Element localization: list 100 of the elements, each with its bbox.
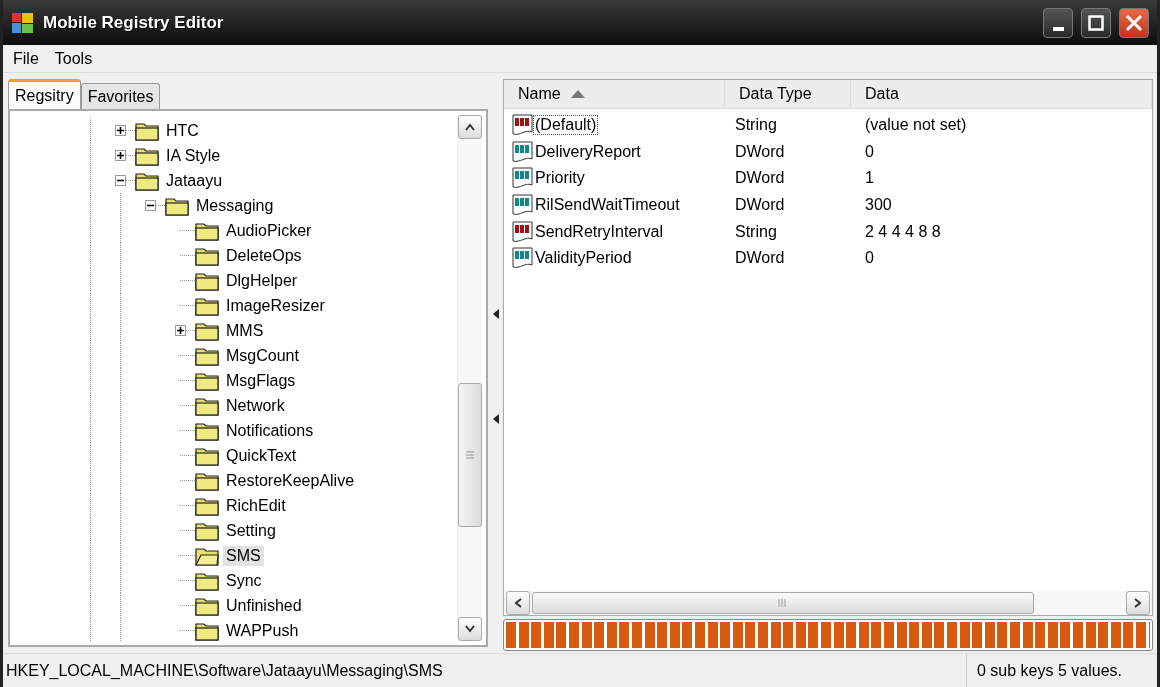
sort-ascending-icon	[570, 90, 585, 98]
folder-icon	[195, 420, 219, 441]
tab[interactable]: Regsitry	[8, 79, 81, 109]
tree-item[interactable]: QuickText	[223, 445, 300, 466]
tree-item[interactable]: Sync	[223, 570, 265, 591]
scroll-up-icon[interactable]	[458, 115, 482, 139]
left-arrow-icon	[492, 308, 499, 319]
value-name[interactable]: (Default)	[533, 115, 599, 136]
minimize-button[interactable]	[1043, 7, 1073, 38]
table-cell-text: 300	[864, 196, 893, 215]
open-folder-icon	[195, 545, 219, 566]
chevron-up-icon	[465, 123, 475, 131]
tree-item[interactable]: Jataayu	[163, 170, 226, 191]
folder-icon	[195, 620, 219, 641]
tree-item[interactable]: Network	[223, 395, 288, 416]
tree-item[interactable]: MMS	[223, 320, 267, 341]
minimize-icon	[1052, 26, 1064, 31]
tree-item[interactable]: DlgHelper	[223, 270, 301, 291]
value-name[interactable]: DeliveryReport	[533, 141, 643, 162]
table-cell-text: DWord	[734, 169, 786, 188]
table-cell-text: DWord	[734, 196, 786, 215]
folder-icon	[195, 295, 219, 316]
tree-item[interactable]: Notifications	[223, 420, 317, 441]
grip-icon	[778, 599, 788, 607]
number-value-icon	[512, 247, 533, 270]
tree-item[interactable]: Unfinished	[223, 595, 305, 616]
folder-icon	[195, 570, 219, 591]
folder-icon	[195, 370, 219, 391]
tree-item[interactable]: RichEdit	[223, 495, 289, 516]
tree-item[interactable]: HTC	[163, 120, 202, 141]
folder-icon	[195, 270, 219, 291]
table-cell-text: 1	[864, 169, 875, 188]
status-summary: 0 sub keys 5 values.	[966, 654, 1157, 687]
folder-icon	[135, 120, 159, 141]
folder-icon	[195, 320, 219, 341]
tree-item[interactable]: WAPPush	[223, 620, 302, 641]
column-header[interactable]: Name	[504, 80, 725, 108]
tree-item[interactable]: IA Style	[163, 145, 224, 166]
folder-icon	[195, 470, 219, 491]
number-value-icon	[512, 194, 533, 217]
scroll-right-icon[interactable]	[1126, 591, 1150, 615]
number-value-icon	[512, 140, 533, 163]
tree-item[interactable]: RestoreKeepAlive	[223, 470, 358, 491]
left-arrow-icon	[492, 413, 499, 424]
status-path: HKEY_LOCAL_MACHINE\Software\Jataayu\Messaging\SMS	[5, 661, 444, 680]
collapse-icon[interactable]	[144, 200, 156, 211]
tree-item[interactable]: AudioPicker	[223, 220, 315, 241]
app-icon	[11, 10, 35, 35]
table-cell-text: DWord	[734, 142, 786, 161]
table-cell-text: DWord	[734, 249, 786, 268]
scroll-down-icon[interactable]	[458, 617, 482, 641]
tree-item[interactable]: ImageResizer	[223, 295, 328, 316]
close-icon	[1125, 13, 1143, 32]
scroll-thumb[interactable]	[458, 383, 482, 527]
expand-icon[interactable]	[114, 125, 126, 136]
scroll-left-icon[interactable]	[506, 591, 530, 615]
string-value-icon	[512, 114, 533, 137]
expand-icon[interactable]	[174, 325, 186, 336]
column-header[interactable]: Data Type	[725, 80, 851, 108]
menu-item[interactable]: File	[7, 47, 45, 70]
tree-item[interactable]: MsgCount	[223, 345, 302, 366]
tree-item[interactable]: Setting	[223, 520, 279, 541]
table-cell-text: 0	[864, 142, 875, 161]
vertical-scrollbar[interactable]	[457, 115, 482, 641]
folder-icon	[165, 195, 189, 216]
close-button[interactable]	[1119, 7, 1149, 38]
folder-icon	[195, 220, 219, 241]
tab[interactable]: Favorites	[80, 83, 161, 109]
folder-icon	[195, 495, 219, 516]
horizontal-scrollbar[interactable]	[504, 591, 1152, 615]
grip-icon	[465, 451, 475, 459]
tree-item[interactable]: DeleteOps	[223, 245, 305, 266]
maximize-icon	[1088, 14, 1104, 31]
folder-icon	[195, 345, 219, 366]
table-cell-text: (value not set)	[864, 116, 968, 135]
expand-icon[interactable]	[114, 150, 126, 161]
window-title: Mobile Registry Editor	[43, 12, 225, 33]
table-cell-text: String	[734, 222, 778, 241]
folder-icon	[195, 595, 219, 616]
menu-item[interactable]: Tools	[48, 47, 99, 70]
table-cell-text: String	[734, 116, 778, 135]
folder-icon	[195, 395, 219, 416]
folder-icon	[195, 445, 219, 466]
value-name[interactable]: ValidityPeriod	[533, 248, 634, 269]
value-name[interactable]: SendRetryInterval	[533, 221, 666, 242]
value-name[interactable]: Priority	[533, 168, 587, 189]
column-header[interactable]: Data	[851, 80, 1152, 108]
scroll-thumb[interactable]	[532, 592, 1034, 614]
tree-item[interactable]: SMS	[223, 545, 264, 566]
tree-item[interactable]: Messaging	[193, 195, 277, 216]
value-name[interactable]: RilSendWaitTimeout	[533, 195, 682, 216]
folder-icon	[135, 145, 159, 166]
table-cell-text: 2 4 4 4 8 8	[864, 222, 942, 241]
folder-icon	[135, 170, 159, 191]
folder-icon	[195, 520, 219, 541]
table-cell-text: 0	[864, 249, 875, 268]
maximize-button[interactable]	[1081, 7, 1111, 38]
collapse-icon[interactable]	[114, 175, 126, 186]
folder-icon	[195, 245, 219, 266]
tree-item[interactable]: MsgFlags	[223, 370, 299, 391]
